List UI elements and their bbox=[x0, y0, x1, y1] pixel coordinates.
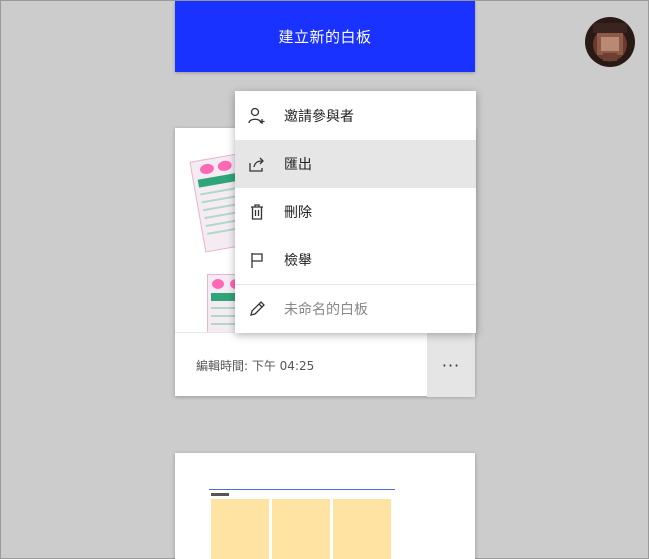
whiteboard-card[interactable] bbox=[175, 453, 475, 559]
context-menu: 邀請參與者 匯出 刪除 檢舉 未命名的白板 bbox=[235, 91, 476, 333]
share-export-icon bbox=[235, 154, 279, 174]
whiteboard-thumbnail bbox=[209, 489, 395, 559]
menu-item-report[interactable]: 檢舉 bbox=[235, 236, 476, 284]
menu-item-label: 刪除 bbox=[284, 205, 312, 221]
flag-icon bbox=[235, 250, 279, 270]
menu-item-invite[interactable]: 邀請參與者 bbox=[235, 92, 476, 140]
edited-time: 編輯時間: 下午 04:25 bbox=[196, 359, 315, 373]
menu-item-label: 邀請參與者 bbox=[284, 109, 354, 125]
menu-item-label: 匯出 bbox=[284, 157, 312, 173]
trash-icon bbox=[235, 202, 279, 222]
menu-item-export[interactable]: 匯出 bbox=[235, 140, 476, 188]
rename-field[interactable]: 未命名的白板 bbox=[235, 285, 476, 333]
menu-item-label: 檢舉 bbox=[284, 253, 312, 269]
more-options-button[interactable]: ··· bbox=[427, 333, 475, 397]
menu-item-delete[interactable]: 刪除 bbox=[235, 188, 476, 236]
avatar[interactable] bbox=[585, 17, 635, 67]
pencil-icon bbox=[235, 299, 279, 319]
more-icon: ··· bbox=[441, 355, 461, 375]
new-board-label: 建立新的白板 bbox=[278, 28, 372, 46]
rename-placeholder: 未命名的白板 bbox=[284, 302, 368, 318]
add-person-icon bbox=[235, 106, 279, 126]
card-footer: 編輯時間: 下午 04:25 ··· bbox=[175, 332, 475, 397]
new-board-button[interactable]: 建立新的白板 bbox=[175, 1, 475, 72]
